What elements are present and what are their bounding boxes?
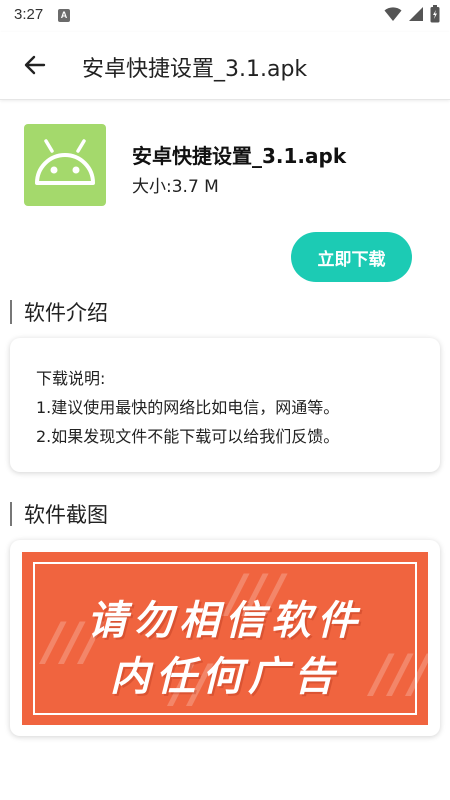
status-bar: 3:27 A bbox=[0, 0, 450, 32]
banner-text: 请勿相信软件 bbox=[87, 598, 363, 644]
intro-section-header: 软件介绍 bbox=[10, 298, 108, 326]
status-time: 3:27 bbox=[14, 6, 44, 23]
arrow-left-icon bbox=[23, 53, 47, 81]
battery-icon bbox=[430, 5, 440, 27]
app-icon bbox=[24, 124, 106, 206]
download-button[interactable]: 立即下载 bbox=[291, 232, 412, 282]
screenshot-section-title: 软件截图 bbox=[24, 503, 108, 527]
intro-line: 1.建议使用最快的网络比如电信，网通等。 bbox=[36, 398, 340, 417]
section-divider bbox=[10, 502, 12, 526]
app-screenshot[interactable]: /// /// /// // 请勿相信软件 内任何广告 bbox=[22, 552, 428, 725]
screenshot-section-header: 软件截图 bbox=[10, 500, 108, 528]
app-name: 安卓快捷设置_3.1.apk bbox=[132, 144, 347, 168]
app-size: 大小:3.7 M bbox=[132, 177, 219, 197]
signal-icon bbox=[408, 6, 424, 26]
a-badge-icon: A bbox=[58, 9, 70, 22]
status-icons bbox=[384, 5, 440, 27]
app-bar: 安卓快捷设置_3.1.apk bbox=[0, 32, 450, 100]
banner-text: 内任何广告 bbox=[110, 654, 340, 700]
android-icon bbox=[32, 137, 98, 193]
page-title: 安卓快捷设置_3.1.apk bbox=[82, 57, 308, 82]
intro-section-title: 软件介绍 bbox=[24, 301, 108, 325]
section-divider bbox=[10, 300, 12, 324]
intro-line: 下载说明: bbox=[36, 369, 106, 388]
screenshot-card: /// /// /// // 请勿相信软件 内任何广告 bbox=[10, 540, 440, 736]
intro-card: 下载说明: 1.建议使用最快的网络比如电信，网通等。 2.如果发现文件不能下载可… bbox=[10, 338, 440, 472]
wifi-icon bbox=[384, 6, 402, 26]
intro-line: 2.如果发现文件不能下载可以给我们反馈。 bbox=[36, 427, 340, 446]
back-button[interactable] bbox=[18, 50, 52, 84]
